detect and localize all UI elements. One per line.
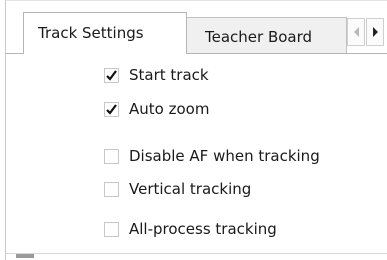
all-process-tracking-checkbox[interactable] xyxy=(104,221,119,237)
option-all-process-tracking[interactable]: All-process tracking xyxy=(104,219,277,239)
checkmark-icon xyxy=(106,69,117,81)
tab-scroll-arrows xyxy=(347,18,387,46)
start-track-checkbox[interactable] xyxy=(104,67,119,83)
panel-top-edge xyxy=(6,0,387,1)
option-label: All-process tracking xyxy=(129,220,277,238)
option-disable-af[interactable]: Disable AF when tracking xyxy=(104,146,320,166)
checkmark-icon xyxy=(106,103,117,115)
tab-track-settings[interactable]: Track Settings xyxy=(23,12,187,54)
option-label: Start track xyxy=(129,66,209,84)
option-label: Disable AF when tracking xyxy=(129,147,320,165)
tab-scroll-left-button[interactable] xyxy=(347,18,365,46)
arrow-right-icon xyxy=(372,27,378,37)
resize-handle[interactable] xyxy=(16,254,34,258)
tab-scroll-right-button[interactable] xyxy=(366,18,384,46)
panel-left-border xyxy=(5,0,6,260)
option-label: Vertical tracking xyxy=(129,180,252,198)
option-auto-zoom[interactable]: Auto zoom xyxy=(104,99,209,119)
arrow-left-icon xyxy=(353,27,359,37)
tab-label: Teacher Board xyxy=(205,28,313,46)
tab-label: Track Settings xyxy=(38,24,144,42)
option-vertical-tracking[interactable]: Vertical tracking xyxy=(104,179,251,199)
auto-zoom-checkbox[interactable] xyxy=(104,101,119,117)
vertical-tracking-checkbox[interactable] xyxy=(104,181,119,197)
tab-teacher-board[interactable]: Teacher Board xyxy=(187,17,347,53)
panel-bottom-border xyxy=(6,253,387,254)
option-label: Auto zoom xyxy=(129,100,210,118)
option-start-track[interactable]: Start track xyxy=(104,65,209,85)
disable-af-checkbox[interactable] xyxy=(104,148,119,164)
